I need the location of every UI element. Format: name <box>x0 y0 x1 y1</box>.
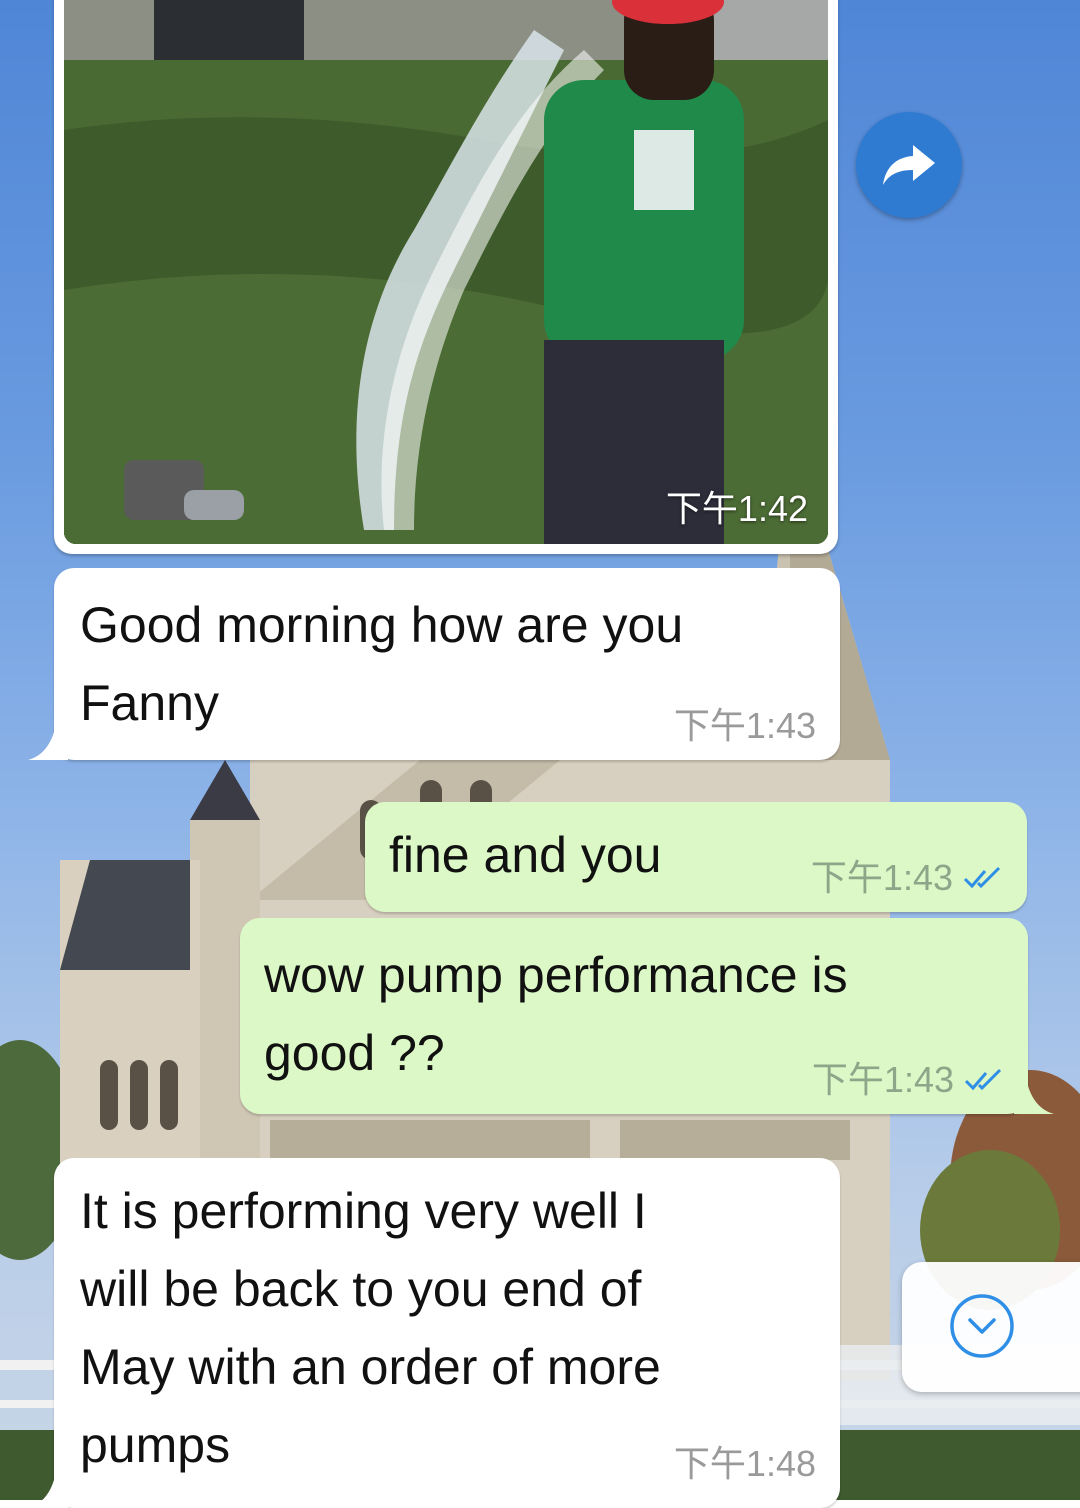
chevron-down-circle-icon <box>950 1294 1014 1358</box>
message-photo[interactable]: 下午1:42 <box>64 0 828 544</box>
photo-image <box>64 0 828 544</box>
outgoing-message[interactable]: fine and you 下午1:43 <box>365 802 1027 912</box>
photo-message[interactable]: 下午1:42 <box>54 0 838 554</box>
message-text-line: Good morning how are you <box>80 597 684 653</box>
message-text-line: May with an order of more <box>80 1339 661 1395</box>
incoming-message[interactable]: Good morning how are you Fanny 下午1:43 <box>28 568 840 760</box>
message-time: 下午1:43 <box>673 705 816 746</box>
bubble-tail <box>28 1472 68 1508</box>
message-time: 下午1:48 <box>673 1443 816 1484</box>
read-receipt-icon <box>964 1068 1002 1091</box>
forward-arrow-icon <box>883 145 935 185</box>
message-text-line: wow pump performance is <box>264 947 848 1003</box>
bubble-tail <box>28 724 68 760</box>
incoming-message[interactable]: It is performing very well I will be bac… <box>28 1158 840 1508</box>
message-time: 下午1:43 <box>810 857 953 898</box>
chat-message-list[interactable]: 下午1:42 Good morning how are you Fanny 下午… <box>0 0 1080 1508</box>
message-text-line: will be back to you end of <box>80 1261 642 1317</box>
outgoing-message[interactable]: wow pump performance is good ?? 下午1:43 <box>240 918 1054 1114</box>
forward-button[interactable] <box>856 112 962 218</box>
message-text-line: It is performing very well I <box>80 1183 647 1239</box>
scroll-to-bottom-button[interactable] <box>902 1262 1080 1392</box>
message-time: 下午1:42 <box>665 488 808 529</box>
bubble-tail <box>1014 1078 1054 1114</box>
message-time: 下午1:43 <box>811 1059 954 1100</box>
read-receipt-icon <box>963 866 1001 889</box>
